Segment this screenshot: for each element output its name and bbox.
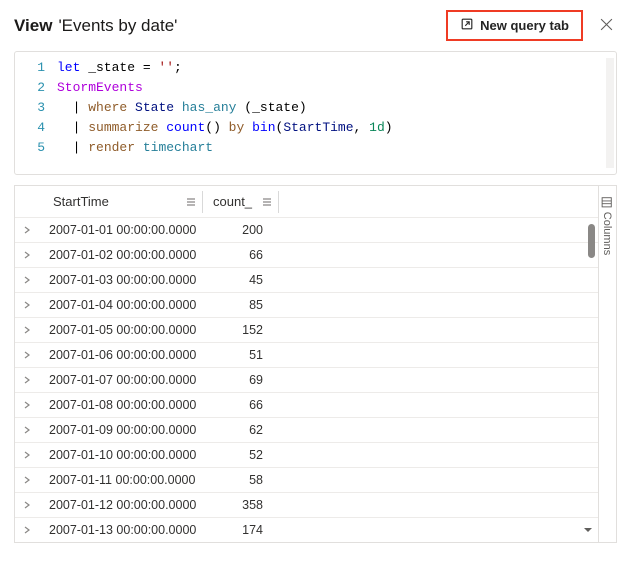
column-header-count[interactable]: count_ (203, 191, 279, 213)
expand-row-button[interactable] (15, 373, 39, 387)
cell-starttime: 2007-01-03 00:00:00.0000 (39, 273, 199, 287)
code-content[interactable]: let _state = ''; StormEvents | where Sta… (57, 58, 616, 158)
cell-starttime: 2007-01-09 00:00:00.0000 (39, 423, 199, 437)
table-row[interactable]: 2007-01-06 00:00:00.000051 (15, 343, 598, 368)
columns-icon (602, 197, 613, 208)
cell-count: 200 (199, 223, 275, 237)
cell-starttime: 2007-01-05 00:00:00.0000 (39, 323, 199, 337)
cell-count: 66 (199, 248, 275, 262)
line-number-gutter: 1 2 3 4 5 (15, 58, 57, 158)
cell-count: 69 (199, 373, 275, 387)
expand-row-button[interactable] (15, 298, 39, 312)
chevron-right-icon (23, 223, 31, 237)
cell-count: 45 (199, 273, 275, 287)
table-row[interactable]: 2007-01-10 00:00:00.000052 (15, 443, 598, 468)
expand-row-button[interactable] (15, 223, 39, 237)
table-row[interactable]: 2007-01-09 00:00:00.000062 (15, 418, 598, 443)
cell-starttime: 2007-01-02 00:00:00.0000 (39, 248, 199, 262)
cell-count: 152 (199, 323, 275, 337)
table-row[interactable]: 2007-01-13 00:00:00.0000174 (15, 518, 598, 542)
scrollbar-thumb[interactable] (588, 224, 595, 258)
cell-count: 174 (199, 523, 275, 537)
expand-row-button[interactable] (15, 498, 39, 512)
table-row[interactable]: 2007-01-07 00:00:00.000069 (15, 368, 598, 393)
columns-tab[interactable]: Columns (602, 197, 614, 255)
cell-starttime: 2007-01-07 00:00:00.0000 (39, 373, 199, 387)
new-query-tab-label: New query tab (480, 18, 569, 33)
expand-row-button[interactable] (15, 423, 39, 437)
query-editor[interactable]: 1 2 3 4 5 let _state = ''; StormEvents |… (14, 51, 617, 175)
chevron-right-icon (23, 473, 31, 487)
cell-count: 66 (199, 398, 275, 412)
cell-starttime: 2007-01-06 00:00:00.0000 (39, 348, 199, 362)
cell-count: 58 (199, 473, 275, 487)
column-menu-icon[interactable] (186, 197, 196, 207)
cell-count: 51 (199, 348, 275, 362)
cell-count: 85 (199, 298, 275, 312)
cell-count: 52 (199, 448, 275, 462)
panel-header: View 'Events by date' New query tab (0, 0, 631, 49)
chevron-right-icon (23, 248, 31, 262)
table-row[interactable]: 2007-01-12 00:00:00.0000358 (15, 493, 598, 518)
chevron-right-icon (23, 398, 31, 412)
chevron-right-icon (23, 523, 31, 537)
cell-starttime: 2007-01-13 00:00:00.0000 (39, 523, 199, 537)
table-header: StartTime count_ (15, 186, 598, 218)
table-row[interactable]: 2007-01-02 00:00:00.000066 (15, 243, 598, 268)
chevron-right-icon (23, 498, 31, 512)
cell-starttime: 2007-01-12 00:00:00.0000 (39, 498, 199, 512)
chevron-right-icon (23, 348, 31, 362)
expand-row-button[interactable] (15, 448, 39, 462)
table-body: 2007-01-01 00:00:00.00002002007-01-02 00… (15, 218, 598, 542)
expand-row-button[interactable] (15, 523, 39, 537)
vertical-scrollbar[interactable] (584, 218, 598, 542)
table-row[interactable]: 2007-01-05 00:00:00.0000152 (15, 318, 598, 343)
side-tabs: Columns (598, 186, 616, 542)
close-button[interactable] (595, 15, 617, 37)
chevron-right-icon (23, 373, 31, 387)
page-title: 'Events by date' (58, 16, 177, 36)
table-row[interactable]: 2007-01-03 00:00:00.000045 (15, 268, 598, 293)
cell-count: 62 (199, 423, 275, 437)
chevron-right-icon (23, 423, 31, 437)
results-table: StartTime count_ 2007-01-01 00:00:00.000… (15, 186, 598, 542)
table-row[interactable]: 2007-01-11 00:00:00.000058 (15, 468, 598, 493)
cell-starttime: 2007-01-11 00:00:00.0000 (39, 473, 199, 487)
table-row[interactable]: 2007-01-01 00:00:00.0000200 (15, 218, 598, 243)
expand-row-button[interactable] (15, 348, 39, 362)
expand-row-button[interactable] (15, 273, 39, 287)
results-panel: StartTime count_ 2007-01-01 00:00:00.000… (14, 185, 617, 543)
new-query-tab-button[interactable]: New query tab (446, 10, 583, 41)
table-row[interactable]: 2007-01-08 00:00:00.000066 (15, 393, 598, 418)
chevron-right-icon (23, 448, 31, 462)
chevron-right-icon (23, 323, 31, 337)
open-in-new-icon (460, 17, 474, 34)
expand-row-button[interactable] (15, 473, 39, 487)
cell-starttime: 2007-01-08 00:00:00.0000 (39, 398, 199, 412)
cell-starttime: 2007-01-01 00:00:00.0000 (39, 223, 199, 237)
close-icon (600, 18, 613, 34)
expand-row-button[interactable] (15, 323, 39, 337)
expand-row-button[interactable] (15, 398, 39, 412)
cell-count: 358 (199, 498, 275, 512)
chevron-right-icon (23, 273, 31, 287)
table-row[interactable]: 2007-01-04 00:00:00.000085 (15, 293, 598, 318)
cell-starttime: 2007-01-04 00:00:00.0000 (39, 298, 199, 312)
scroll-down-icon[interactable] (583, 523, 593, 538)
page-title-prefix: View (14, 16, 52, 36)
cell-starttime: 2007-01-10 00:00:00.0000 (39, 448, 199, 462)
column-header-starttime[interactable]: StartTime (43, 191, 203, 213)
expand-row-button[interactable] (15, 248, 39, 262)
editor-scroll-track[interactable] (603, 58, 615, 168)
column-menu-icon[interactable] (262, 197, 272, 207)
chevron-right-icon (23, 298, 31, 312)
